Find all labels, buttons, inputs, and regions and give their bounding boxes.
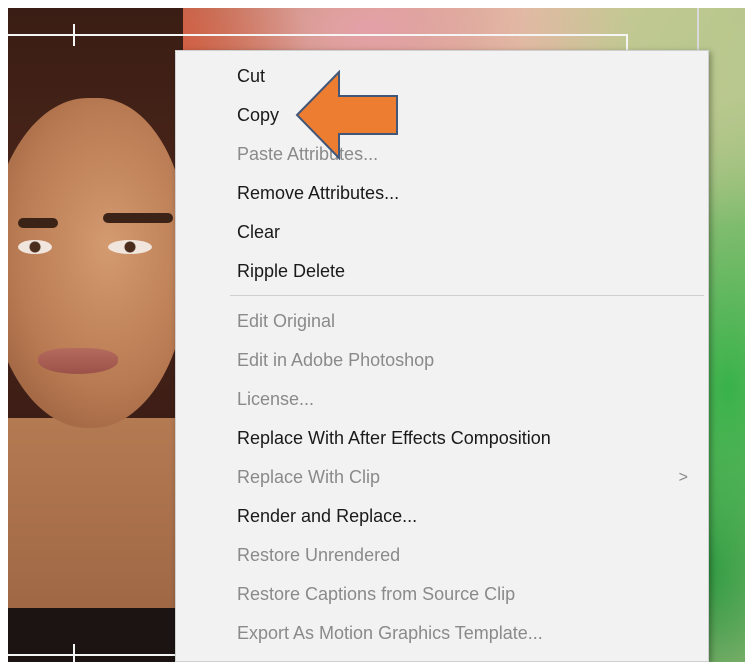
menu-item-label: Edit in Adobe Photoshop xyxy=(237,350,435,370)
menu-group-edit: Cut Copy Paste Attributes... Remove Attribu… xyxy=(176,51,708,291)
menu-item-label: Cut xyxy=(237,66,266,86)
menu-item-label: Render and Replace... xyxy=(237,506,418,526)
menu-item-render-and-replace[interactable]: Render and Replace... xyxy=(176,497,708,536)
menu-item-label: Ripple Delete xyxy=(237,261,346,281)
menu-item-label: License... xyxy=(237,389,315,409)
editor-viewport: Cut Copy Paste Attributes... Remove Attribu… xyxy=(0,0,745,662)
submenu-chevron-right-icon: > xyxy=(678,469,688,486)
portrait-right-brow xyxy=(103,213,173,223)
menu-item-remove-attributes[interactable]: Remove Attributes... xyxy=(176,174,708,213)
panel-divider xyxy=(697,8,699,50)
portrait-left-eye xyxy=(18,240,52,254)
menu-item-replace-with-after-effects-composition[interactable]: Replace With After Effects Composition xyxy=(176,419,708,458)
menu-item-label: Remove Attributes... xyxy=(237,183,400,203)
menu-item-label: Replace With After Effects Composition xyxy=(237,428,551,448)
transform-handle-bottom[interactable] xyxy=(73,644,75,662)
portrait-face xyxy=(8,98,188,428)
portrait-lips xyxy=(38,348,118,374)
menu-item-label: Restore Captions from Source Clip xyxy=(237,584,516,604)
menu-item-label: Edit Original xyxy=(237,311,336,331)
menu-item-copy[interactable]: Copy xyxy=(176,96,708,135)
clip-context-menu: Cut Copy Paste Attributes... Remove Attribu… xyxy=(175,50,709,662)
portrait-left-brow xyxy=(18,218,58,228)
menu-group-replace: Edit Original Edit in Adobe Photoshop Lice… xyxy=(176,302,708,653)
menu-item-restore-unrendered[interactable]: Restore Unrendered xyxy=(176,536,708,575)
menu-separator xyxy=(230,295,704,296)
portrait-right-eye xyxy=(108,240,152,254)
menu-item-license[interactable]: License... xyxy=(176,380,708,419)
menu-item-ripple-delete[interactable]: Ripple Delete xyxy=(176,252,708,291)
transform-frame-top[interactable] xyxy=(8,34,628,36)
menu-item-clear[interactable]: Clear xyxy=(176,213,708,252)
menu-item-label: Copy xyxy=(237,105,280,125)
menu-item-cut[interactable]: Cut xyxy=(176,57,708,96)
transform-handle-top[interactable] xyxy=(73,24,75,46)
menu-item-paste-attributes[interactable]: Paste Attributes... xyxy=(176,135,708,174)
menu-item-label: Clear xyxy=(237,222,281,242)
menu-item-restore-captions-from-source-clip[interactable]: Restore Captions from Source Clip xyxy=(176,575,708,614)
transform-frame-bottom[interactable] xyxy=(8,654,175,656)
menu-item-label: Restore Unrendered xyxy=(237,545,401,565)
menu-item-replace-with-clip[interactable]: Replace With Clip > xyxy=(176,458,708,497)
menu-item-label: Replace With Clip xyxy=(237,467,381,487)
menu-item-edit-in-adobe-photoshop[interactable]: Edit in Adobe Photoshop xyxy=(176,341,708,380)
menu-item-edit-original[interactable]: Edit Original xyxy=(176,302,708,341)
menu-item-export-as-motion-graphics-template[interactable]: Export As Motion Graphics Template... xyxy=(176,614,708,653)
menu-item-label: Export As Motion Graphics Template... xyxy=(237,623,543,643)
orange-pointer-arrow-icon xyxy=(295,70,398,160)
